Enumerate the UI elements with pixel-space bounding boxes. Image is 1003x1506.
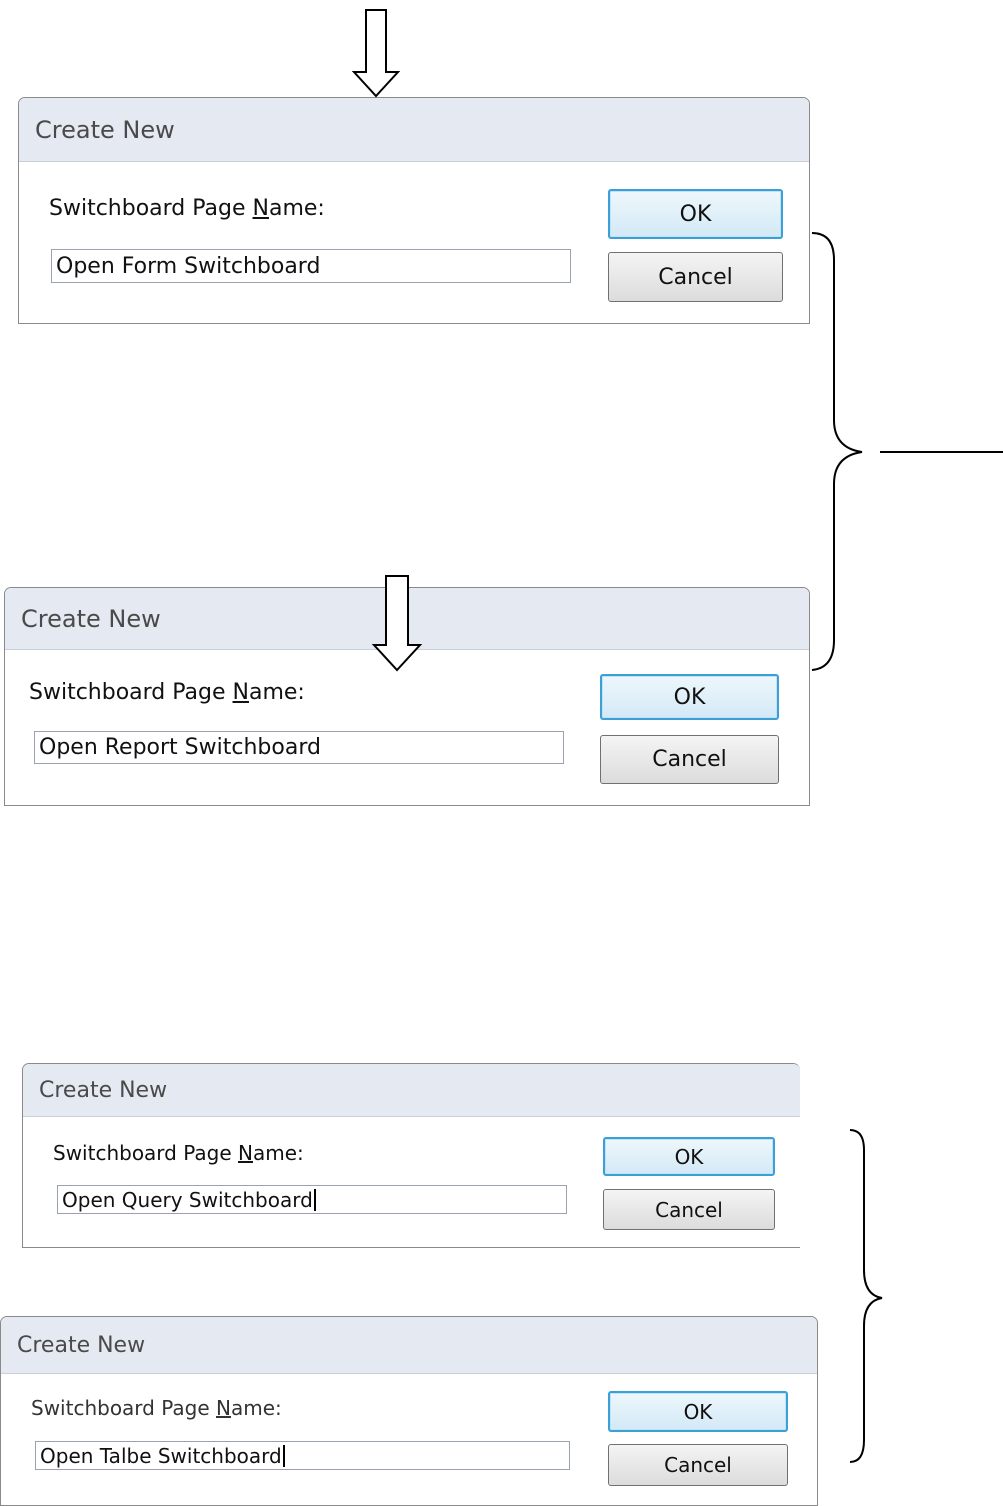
page-name-input[interactable]: Open Talbe Switchboard xyxy=(35,1441,570,1470)
ok-button[interactable]: OK xyxy=(603,1137,775,1176)
page-name-input[interactable]: Open Query Switchboard xyxy=(57,1185,567,1214)
cancel-button[interactable]: Cancel xyxy=(603,1189,775,1230)
page-name-input[interactable]: Open Form Switchboard xyxy=(51,249,571,283)
create-new-dialog: Create New Switchboard Page Name: Open R… xyxy=(4,587,810,806)
page-name-label: Switchboard Page Name: xyxy=(49,196,325,221)
dialog-title: Create New xyxy=(23,1064,800,1117)
dialog-title: Create New xyxy=(19,98,809,162)
create-new-dialog: Create New Switchboard Page Name: Open F… xyxy=(18,97,810,324)
dialog-body: Switchboard Page Name: Open Report Switc… xyxy=(5,650,809,805)
arrow-down-icon xyxy=(351,9,401,98)
page-name-input[interactable]: Open Report Switchboard xyxy=(34,731,564,764)
cancel-button[interactable]: Cancel xyxy=(600,735,779,784)
curly-brace-icon xyxy=(849,1129,883,1463)
ok-button[interactable]: OK xyxy=(600,674,779,720)
page-name-label: Switchboard Page Name: xyxy=(29,680,305,705)
curly-brace-icon xyxy=(811,232,863,671)
page-name-label: Switchboard Page Name: xyxy=(31,1396,282,1420)
dialog-body: Switchboard Page Name: Open Form Switchb… xyxy=(19,162,809,323)
dialog-title: Create New xyxy=(5,588,809,650)
dialog-body: Switchboard Page Name: Open Talbe Switch… xyxy=(1,1374,817,1505)
create-new-dialog: Create New Switchboard Page Name: Open T… xyxy=(0,1316,818,1506)
text-caret xyxy=(282,1444,285,1467)
cancel-button[interactable]: Cancel xyxy=(608,1444,788,1486)
cancel-button[interactable]: Cancel xyxy=(608,252,783,302)
dialog-title: Create New xyxy=(1,1317,817,1374)
create-new-dialog: Create New Switchboard Page Name: Open Q… xyxy=(22,1063,800,1248)
text-caret xyxy=(313,1188,316,1211)
ok-button[interactable]: OK xyxy=(608,1391,788,1432)
ok-button[interactable]: OK xyxy=(608,189,783,239)
dialog-body: Switchboard Page Name: Open Query Switch… xyxy=(23,1117,800,1247)
page-name-label: Switchboard Page Name: xyxy=(53,1141,304,1165)
